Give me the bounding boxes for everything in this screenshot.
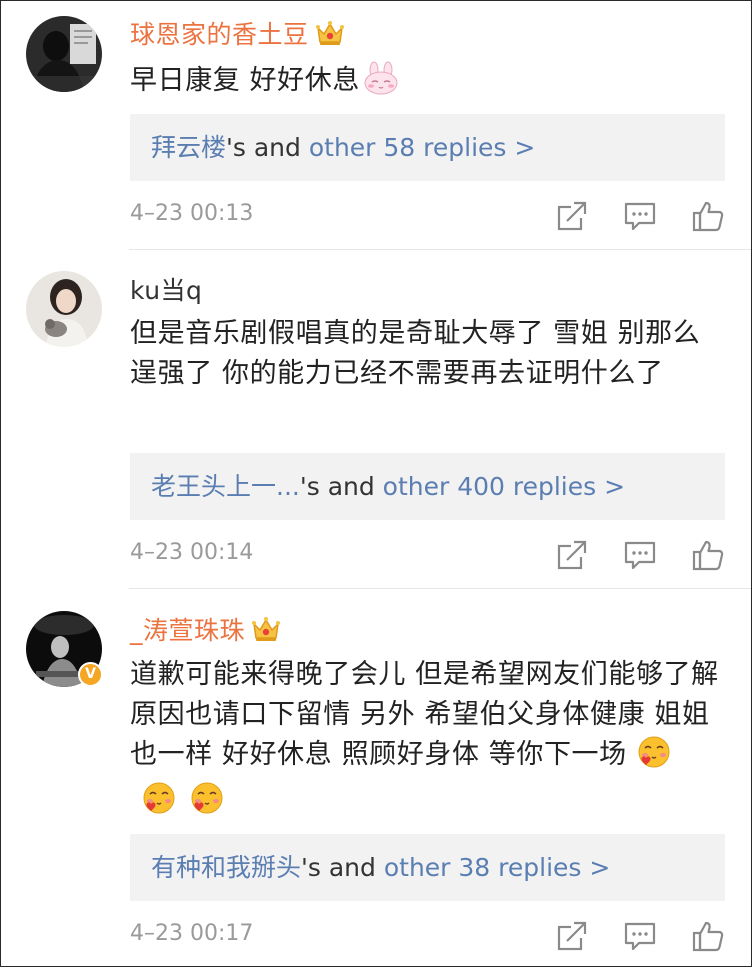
comment-meta: 4–23 00:13 [130, 199, 725, 235]
crown-vip-icon [252, 617, 281, 641]
more-replies-link[interactable]: other 58 replies > [309, 133, 535, 162]
thumbs-up-icon [692, 201, 724, 232]
username-row: ku当q [130, 271, 202, 307]
share-button[interactable] [555, 199, 589, 233]
crown-vip-icon [315, 21, 344, 45]
reply-connector-text: 's and [226, 133, 309, 162]
reply-author-link[interactable]: 拜云楼 [151, 133, 226, 162]
timestamp: 4–23 00:14 [130, 540, 254, 565]
comment-item: V _涛萱珠珠 道歉可能来得晚了会儿 但是希望网友们能够了解原因也请口下留情 另… [1, 589, 751, 966]
comment-item: 球恩家的香土豆 早日康复 好好休息 拜云楼's and other 58 rep [1, 1, 751, 249]
comment-button[interactable] [623, 199, 657, 233]
comment-item: ku当q 但是音乐剧假唱真的是奇耻大辱了 雪姐 别那么逞强了 你的能力已经不需要… [1, 250, 751, 588]
blush-heart-emoji-icon [140, 781, 178, 827]
username-row: 球恩家的香土豆 [130, 15, 345, 51]
like-button[interactable] [691, 199, 725, 233]
comment-icon [624, 202, 656, 231]
comment-text: 早日康复 好好休息 [130, 61, 720, 107]
reply-author-link[interactable]: 有种和我掰头 [151, 853, 301, 882]
replies-summary[interactable]: 拜云楼's and other 58 replies > [130, 114, 725, 181]
username[interactable]: 球恩家的香土豆 [130, 15, 309, 51]
comment-text-content: 早日康复 好好休息 [130, 65, 360, 96]
username-row: _涛萱珠珠 [130, 611, 281, 647]
share-button[interactable] [555, 919, 589, 953]
share-button[interactable] [555, 538, 589, 572]
avatar[interactable] [26, 271, 102, 347]
replies-summary[interactable]: 有种和我掰头's and other 38 replies > [130, 834, 725, 901]
more-replies-link[interactable]: other 38 replies > [384, 853, 610, 882]
replies-summary[interactable]: 老王头上一...'s and other 400 replies > [130, 453, 725, 520]
comment-text: 但是音乐剧假唱真的是奇耻大辱了 雪姐 别那么逞强了 你的能力已经不需要再去证明什… [130, 318, 701, 389]
comment-meta: 4–23 00:14 [130, 538, 725, 574]
comment-text: 道歉可能来得晚了会儿 但是希望网友们能够了解原因也请口下留情 另外 希望伯父身体… [130, 655, 720, 827]
comment-icon [624, 922, 656, 951]
reply-connector-text: 's and [299, 472, 383, 501]
bunny-emoji-icon [362, 61, 400, 107]
share-icon [557, 921, 587, 951]
blush-heart-emoji-icon [635, 735, 673, 781]
comment-meta: 4–23 00:17 [130, 919, 725, 955]
share-icon [557, 201, 587, 231]
comment-feed: 球恩家的香土豆 早日康复 好好休息 拜云楼's and other 58 rep [0, 0, 752, 967]
comment-button[interactable] [623, 919, 657, 953]
thumbs-up-icon [692, 540, 724, 571]
verified-badge: V [78, 662, 103, 687]
username[interactable]: _涛萱珠珠 [130, 611, 245, 647]
like-button[interactable] [691, 919, 725, 953]
more-replies-link[interactable]: other 400 replies > [383, 472, 625, 501]
share-icon [557, 540, 587, 570]
like-button[interactable] [691, 538, 725, 572]
avatar[interactable] [26, 16, 102, 92]
thumbs-up-icon [692, 921, 724, 952]
timestamp: 4–23 00:17 [130, 921, 254, 946]
blush-heart-emoji-icon [188, 781, 226, 827]
reply-author-link[interactable]: 老王头上一... [151, 472, 300, 501]
timestamp: 4–23 00:13 [130, 201, 254, 226]
comment-text-content: 道歉可能来得晚了会儿 但是希望网友们能够了解原因也请口下留情 另外 希望伯父身体… [130, 659, 719, 770]
comment-icon [624, 541, 656, 570]
comment-button[interactable] [623, 538, 657, 572]
reply-connector-text: 's and [301, 853, 384, 882]
username[interactable]: ku当q [130, 271, 202, 307]
